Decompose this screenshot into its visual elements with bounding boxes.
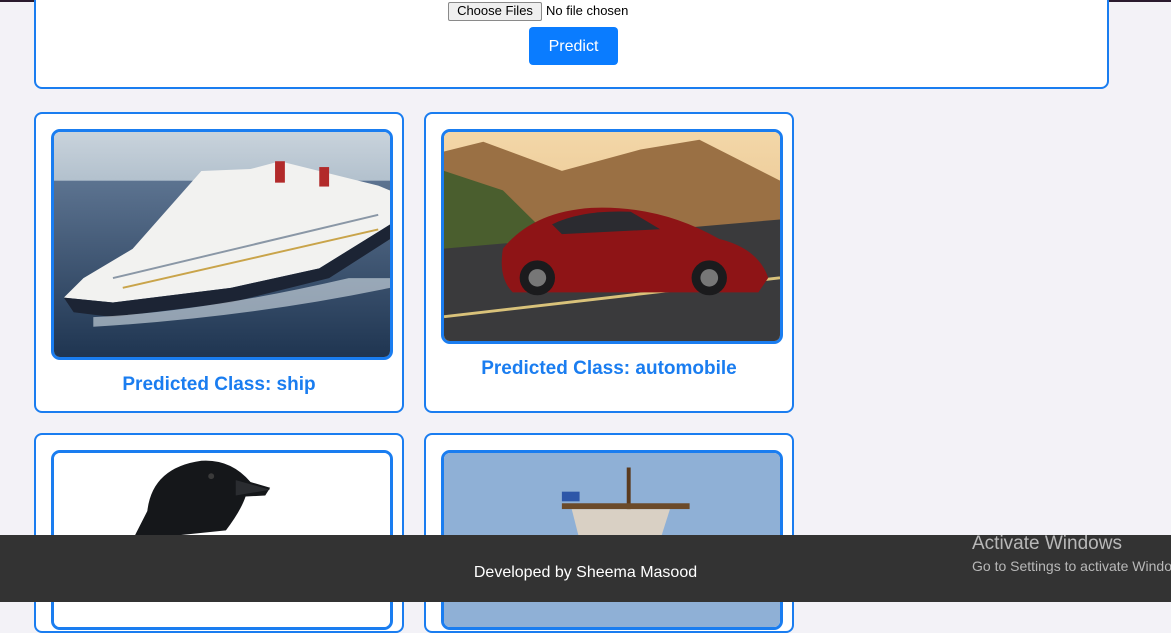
choose-files-button[interactable]: Choose Files [448,2,542,21]
result-card-automobile: Predicted Class: automobile [424,112,794,413]
result-card-bird [34,433,404,633]
result-card-ship: Predicted Class: ship [34,112,404,413]
file-status-text: No file chosen [546,3,629,18]
predicted-class-ship: Predicted Class: ship [122,374,316,395]
upload-form-card: Choose Files No file chosen Predict [34,0,1109,89]
predict-button[interactable]: Predict [529,27,618,65]
activate-windows-subtitle: Go to Settings to activate Windows. [972,558,1171,574]
predicted-class-automobile: Predicted Class: automobile [481,358,737,379]
result-card-sailing-ship [424,433,794,633]
ship-image [51,129,393,360]
activate-windows-watermark: Activate Windows Go to Settings to activ… [972,533,1171,577]
activate-windows-title: Activate Windows [972,533,1122,554]
car-image [441,129,783,344]
